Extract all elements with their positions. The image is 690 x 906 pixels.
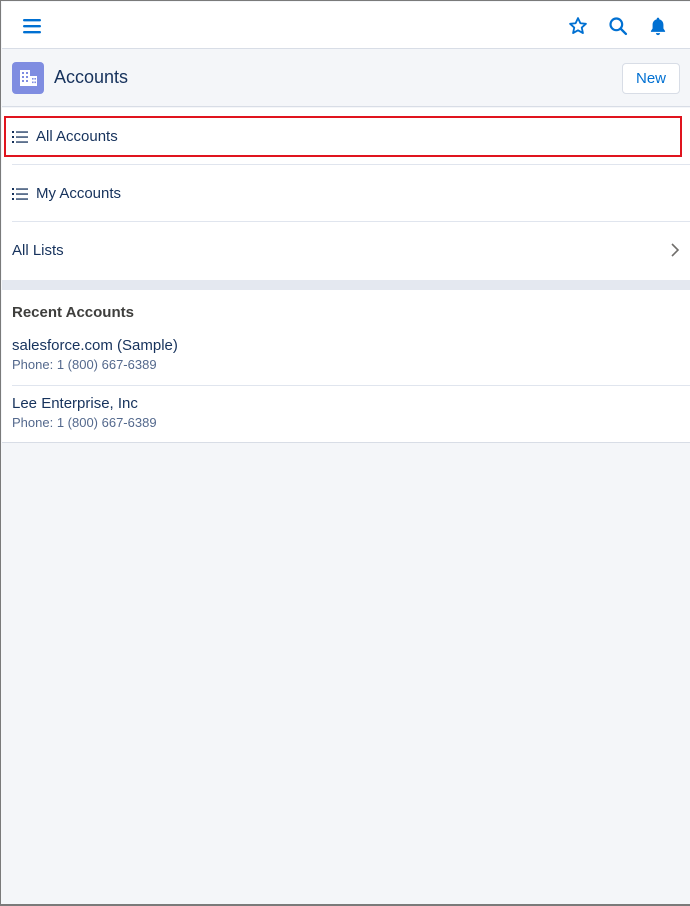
recent-accounts-section: Recent Accounts salesforce.com (Sample) … xyxy=(2,290,690,443)
account-phone: Phone: 1 (800) 667-6389 xyxy=(12,415,157,430)
all-lists-link[interactable]: All Lists xyxy=(2,222,690,279)
list-view-all-accounts[interactable]: All Accounts xyxy=(2,108,690,165)
recent-account-item[interactable]: salesforce.com (Sample) Phone: 1 (800) 6… xyxy=(2,328,690,385)
bell-icon xyxy=(650,17,666,35)
notifications-button[interactable] xyxy=(640,2,676,49)
list-icon xyxy=(12,187,28,200)
accounts-building-icon xyxy=(12,62,44,94)
top-bar xyxy=(2,2,690,49)
menu-button[interactable] xyxy=(14,2,50,49)
page-title: Accounts xyxy=(54,67,129,87)
section-divider xyxy=(2,280,690,290)
page-header: Accounts New xyxy=(2,50,690,107)
search-button[interactable] xyxy=(600,2,636,49)
list-views: All Accounts My Accounts All Lists xyxy=(2,108,690,280)
list-icon xyxy=(12,130,28,143)
recent-accounts-title: Recent Accounts xyxy=(12,304,134,321)
all-lists-label: All Lists xyxy=(12,242,64,259)
list-view-label: My Accounts xyxy=(36,185,122,202)
app-frame: Accounts New All Accounts My Accounts Al… xyxy=(0,0,690,906)
new-button[interactable]: New xyxy=(622,63,680,94)
account-name: salesforce.com (Sample) xyxy=(12,337,178,354)
search-icon xyxy=(609,16,628,35)
recent-account-item[interactable]: Lee Enterprise, Inc Phone: 1 (800) 667-6… xyxy=(2,386,690,443)
list-view-my-accounts[interactable]: My Accounts xyxy=(2,165,690,222)
star-icon xyxy=(569,16,587,34)
list-view-label: All Accounts xyxy=(36,128,118,145)
account-phone: Phone: 1 (800) 667-6389 xyxy=(12,357,157,372)
favorites-button[interactable] xyxy=(560,2,596,49)
menu-icon xyxy=(23,18,41,33)
chevron-right-icon xyxy=(671,243,680,257)
account-name: Lee Enterprise, Inc xyxy=(12,395,138,412)
